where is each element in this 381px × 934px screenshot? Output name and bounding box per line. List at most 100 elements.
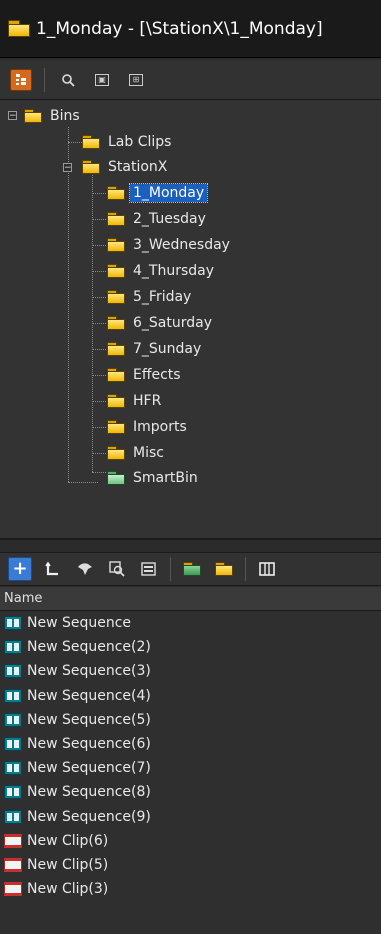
find-clip-icon[interactable]: ⊞ (125, 69, 147, 91)
folder-icon (107, 212, 125, 226)
sequence-icon (4, 761, 22, 776)
tree-connector (92, 193, 106, 194)
list-item[interactable]: New Sequence(6) (0, 732, 381, 756)
sequence-icon (4, 688, 22, 703)
folder-icon (24, 109, 42, 123)
list-item-label: New Clip(5) (27, 856, 109, 873)
bin-item-list: New Sequence New Sequence(2) New Sequenc… (0, 611, 381, 934)
list-item[interactable]: New Clip(5) (0, 853, 381, 877)
column-header-name[interactable]: Name (0, 587, 381, 611)
window-titlebar: 1_Monday - [\StationX\1_Monday] (0, 0, 381, 58)
folder-icon (107, 264, 125, 278)
folder-icon (107, 368, 125, 382)
column-header-label: Name (4, 591, 43, 606)
tree-connector (92, 297, 106, 298)
up-level-icon[interactable] (42, 558, 64, 580)
expander-stationx[interactable]: − (63, 163, 72, 173)
list-item[interactable]: New Clip(6) (0, 829, 381, 853)
tree-item-label: HFR (133, 393, 162, 409)
find-bin-icon[interactable]: ▣ (91, 69, 113, 91)
columns-icon[interactable] (256, 558, 278, 580)
search-icon[interactable] (57, 69, 79, 91)
tool-icon[interactable] (74, 558, 96, 580)
list-item-label: New Sequence (27, 615, 132, 632)
list-item-label: New Sequence(4) (27, 687, 151, 704)
tree-connector (68, 127, 69, 482)
list-item[interactable]: New Clip(3) (0, 877, 381, 901)
tree-item-label: 1_Monday (128, 183, 209, 203)
tree-item-lab-clips[interactable]: Lab Clips (82, 131, 174, 153)
list-item-label: New Sequence(3) (27, 663, 151, 680)
toolbar-divider (170, 557, 171, 581)
list-item[interactable]: New Sequence (0, 611, 381, 635)
list-item[interactable]: New Sequence(3) (0, 659, 381, 683)
tree-item-label: SmartBin (133, 470, 198, 486)
list-item-label: New Sequence(5) (27, 711, 151, 728)
sequence-icon (4, 640, 22, 655)
tree-connector (92, 401, 106, 402)
tree-item-1-monday[interactable]: 1_Monday (107, 182, 209, 204)
tree-connector (92, 349, 106, 350)
tree-connector (68, 482, 98, 483)
tree-item-label: Bins (50, 108, 80, 124)
sequence-icon (4, 664, 22, 679)
list-item[interactable]: New Sequence(7) (0, 756, 381, 780)
tree-item-hfr[interactable]: HFR (107, 390, 164, 412)
folder-icon (215, 562, 233, 576)
bin-toolbar: + (0, 552, 381, 586)
tree-view-icon[interactable] (10, 68, 32, 91)
tree-item-3-wednesday[interactable]: 3_Wednesday (107, 234, 233, 256)
tree-connector (92, 271, 106, 272)
tree-item-label: Effects (133, 367, 181, 383)
list-item[interactable]: New Sequence(5) (0, 708, 381, 732)
tree-item-imports[interactable]: Imports (107, 416, 190, 438)
toolbar-divider (245, 557, 246, 581)
tree-item-smartbin[interactable]: SmartBin (107, 467, 201, 489)
tree-item-label: Imports (133, 419, 187, 435)
folder-icon (107, 186, 125, 200)
tree-item-label: 7_Sunday (133, 341, 202, 357)
list-item-label: New Clip(3) (27, 881, 109, 898)
list-item-label: New Sequence(2) (27, 639, 151, 656)
list-item[interactable]: New Sequence(4) (0, 684, 381, 708)
toolbar-divider (44, 67, 45, 92)
folder-icon (107, 238, 125, 252)
clip-icon (4, 833, 22, 848)
tree-item-label: 5_Friday (133, 289, 192, 305)
folder-icon (107, 420, 125, 434)
sequence-icon (4, 785, 22, 800)
tree-connector (92, 453, 106, 454)
list-item[interactable]: New Sequence(2) (0, 635, 381, 659)
tree-item-misc[interactable]: Misc (107, 442, 167, 464)
list-item[interactable]: New Sequence(8) (0, 780, 381, 804)
sequence-icon (4, 616, 22, 631)
clip-icon (4, 857, 22, 872)
tree-connector (92, 219, 106, 220)
folder-icon (107, 446, 125, 460)
find-icon[interactable] (106, 558, 128, 580)
tree-connector (92, 323, 106, 324)
tree-item-4-thursday[interactable]: 4_Thursday (107, 260, 217, 282)
tree-item-label: StationX (108, 159, 168, 175)
tree-item-effects[interactable]: Effects (107, 364, 184, 386)
folder-icon (82, 135, 100, 149)
list-item[interactable]: New Sequence(9) (0, 805, 381, 829)
sequence-icon (4, 712, 22, 727)
tree-item-stationx[interactable]: StationX (82, 156, 170, 178)
new-bin-icon[interactable] (181, 558, 203, 580)
list-item-label: New Sequence(7) (27, 760, 151, 777)
tree-connector (92, 427, 106, 428)
tree-item-2-tuesday[interactable]: 2_Tuesday (107, 208, 209, 230)
add-icon[interactable]: + (8, 557, 32, 581)
list-item-label: New Sequence(8) (27, 784, 151, 801)
new-folder-icon[interactable] (213, 558, 235, 580)
tree-item-5-friday[interactable]: 5_Friday (107, 286, 194, 308)
tree-item-6-saturday[interactable]: 6_Saturday (107, 312, 215, 334)
expander-bins[interactable]: − (8, 111, 17, 121)
smartbin-icon (107, 471, 125, 485)
sequence-icon (4, 737, 22, 752)
tree-toolbar: ▣ ⊞ (0, 60, 381, 100)
tree-item-bins[interactable]: Bins (24, 105, 83, 127)
bin-view-icon[interactable] (138, 558, 160, 580)
tree-item-7-sunday[interactable]: 7_Sunday (107, 338, 204, 360)
